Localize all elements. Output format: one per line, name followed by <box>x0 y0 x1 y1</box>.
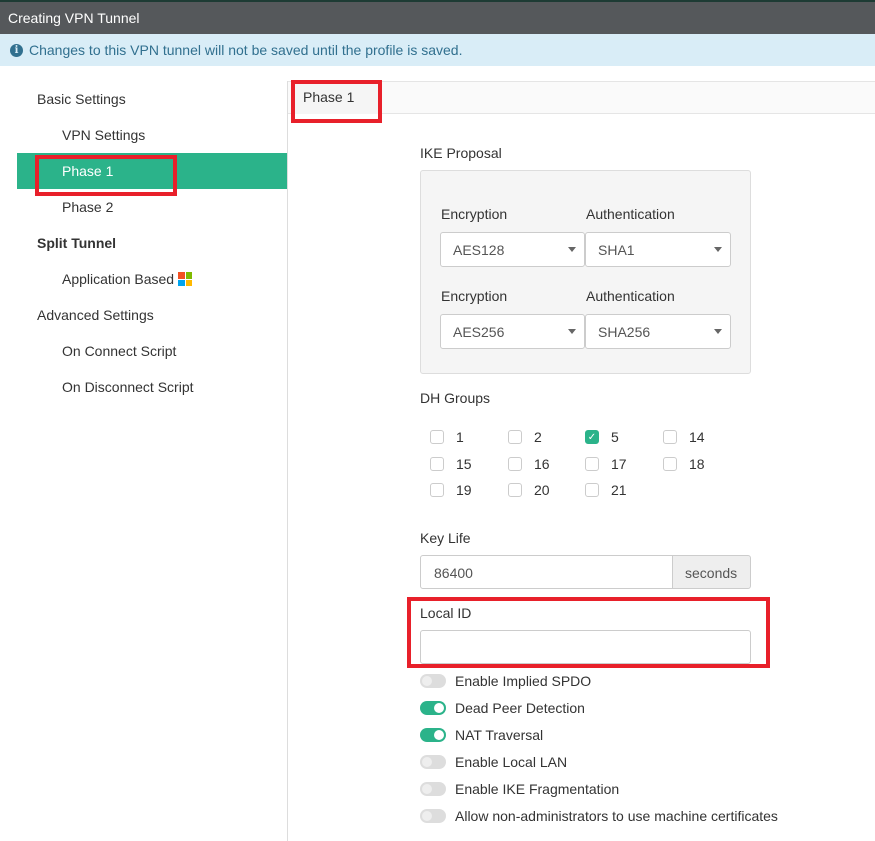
dh-groups-label: DH Groups <box>420 390 491 406</box>
toggle-label: Allow non-administrators to use machine … <box>455 808 778 824</box>
info-text: Changes to this VPN tunnel will not be s… <box>29 42 463 58</box>
toggle-label: Enable Implied SPDO <box>455 673 592 689</box>
encryption-select-1[interactable]: AES128 <box>440 232 585 267</box>
checkbox-icon <box>430 457 444 471</box>
encryption-value: AES128 <box>453 242 505 258</box>
toggle-row[interactable]: NAT Traversal <box>420 727 543 743</box>
nav-basic-settings[interactable]: Basic Settings <box>17 81 287 117</box>
info-banner: i Changes to this VPN tunnel will not be … <box>0 34 875 66</box>
encryption-label: Encryption <box>441 206 508 222</box>
encryption-label: Encryption <box>441 288 508 304</box>
checkbox-icon <box>585 483 599 497</box>
highlight-box-nav <box>35 155 177 196</box>
toggle-switch[interactable] <box>420 782 446 796</box>
highlight-box-local-id <box>407 597 770 668</box>
encryption-value: AES256 <box>453 324 505 340</box>
dh-group-checkbox[interactable]: 17 <box>585 456 627 472</box>
toggle-label: Enable Local LAN <box>455 754 568 770</box>
dh-group-checkbox[interactable]: 18 <box>663 456 705 472</box>
toggle-row[interactable]: Enable Local LAN <box>420 754 567 770</box>
authentication-select-2[interactable]: SHA256 <box>585 314 731 349</box>
dh-group-label: 14 <box>689 429 705 445</box>
info-circle-icon: i <box>10 43 23 57</box>
checkbox-icon <box>508 457 522 471</box>
nav-split-tunnel[interactable]: Split Tunnel <box>17 225 287 261</box>
authentication-select-1[interactable]: SHA1 <box>585 232 731 267</box>
dh-group-label: 19 <box>456 482 472 498</box>
checkbox-icon <box>430 430 444 444</box>
toggle-label: NAT Traversal <box>455 727 544 743</box>
nav-on-connect-script[interactable]: On Connect Script <box>17 333 287 369</box>
dh-group-checkbox[interactable]: 21 <box>585 482 627 498</box>
checkbox-icon: ✓ <box>585 430 599 444</box>
window-title: Creating VPN Tunnel <box>8 10 140 26</box>
key-life-label: Key Life <box>420 530 471 546</box>
checkbox-icon <box>663 457 677 471</box>
toggle-label: Dead Peer Detection <box>455 700 585 716</box>
nav-advanced-settings[interactable]: Advanced Settings <box>17 297 287 333</box>
dh-group-checkbox[interactable]: 14 <box>663 429 705 445</box>
toggle-switch[interactable] <box>420 728 446 742</box>
toggle-row[interactable]: Allow non-administrators to use machine … <box>420 808 778 824</box>
dh-group-checkbox[interactable]: 1 <box>430 429 464 445</box>
nav-application-based-label: Application Based <box>62 271 175 287</box>
dh-group-label: 17 <box>611 456 627 472</box>
dh-group-checkbox[interactable]: 15 <box>430 456 472 472</box>
dh-group-checkbox[interactable]: 2 <box>508 429 542 445</box>
caret-down-icon <box>714 247 722 252</box>
caret-down-icon <box>568 247 576 252</box>
key-life-input[interactable]: 86400 <box>420 555 673 589</box>
nav-on-disconnect-script[interactable]: On Disconnect Script <box>17 369 287 405</box>
dh-group-checkbox[interactable]: 19 <box>430 482 472 498</box>
key-life-unit: seconds <box>672 555 751 589</box>
dh-group-label: 16 <box>534 456 550 472</box>
window-title-bar: Creating VPN Tunnel <box>0 0 875 34</box>
dh-group-label: 2 <box>534 429 542 445</box>
toggle-row[interactable]: Enable IKE Fragmentation <box>420 781 619 797</box>
toggle-switch[interactable] <box>420 809 446 823</box>
toggle-switch[interactable] <box>420 755 446 769</box>
encryption-select-2[interactable]: AES256 <box>440 314 585 349</box>
authentication-value: SHA256 <box>598 324 651 340</box>
toggle-switch[interactable] <box>420 674 446 688</box>
windows-logo-icon <box>178 272 193 286</box>
checkbox-icon <box>585 457 599 471</box>
dh-group-label: 5 <box>611 429 619 445</box>
checkbox-icon <box>663 430 677 444</box>
nav-application-based[interactable]: Application Based <box>17 261 287 297</box>
authentication-label: Authentication <box>586 206 675 222</box>
caret-down-icon <box>714 329 722 334</box>
nav-vpn-settings[interactable]: VPN Settings <box>17 117 287 153</box>
dh-group-label: 15 <box>456 456 472 472</box>
checkbox-icon <box>508 430 522 444</box>
checkbox-icon <box>508 483 522 497</box>
dh-group-label: 21 <box>611 482 627 498</box>
toggle-row[interactable]: Enable Implied SPDO <box>420 673 591 689</box>
authentication-value: SHA1 <box>598 242 635 258</box>
dh-group-label: 18 <box>689 456 705 472</box>
checkbox-icon <box>430 483 444 497</box>
dh-group-label: 20 <box>534 482 550 498</box>
dh-group-checkbox[interactable]: ✓ 5 <box>585 429 619 445</box>
highlight-box-tab <box>291 80 382 123</box>
dh-group-checkbox[interactable]: 16 <box>508 456 550 472</box>
toggle-switch[interactable] <box>420 701 446 715</box>
caret-down-icon <box>568 329 576 334</box>
authentication-label: Authentication <box>586 288 675 304</box>
toggle-label: Enable IKE Fragmentation <box>455 781 620 797</box>
toggle-row[interactable]: Dead Peer Detection <box>420 700 585 716</box>
dh-group-checkbox[interactable]: 20 <box>508 482 550 498</box>
ike-proposal-label: IKE Proposal <box>420 145 502 161</box>
dh-group-label: 1 <box>456 429 464 445</box>
